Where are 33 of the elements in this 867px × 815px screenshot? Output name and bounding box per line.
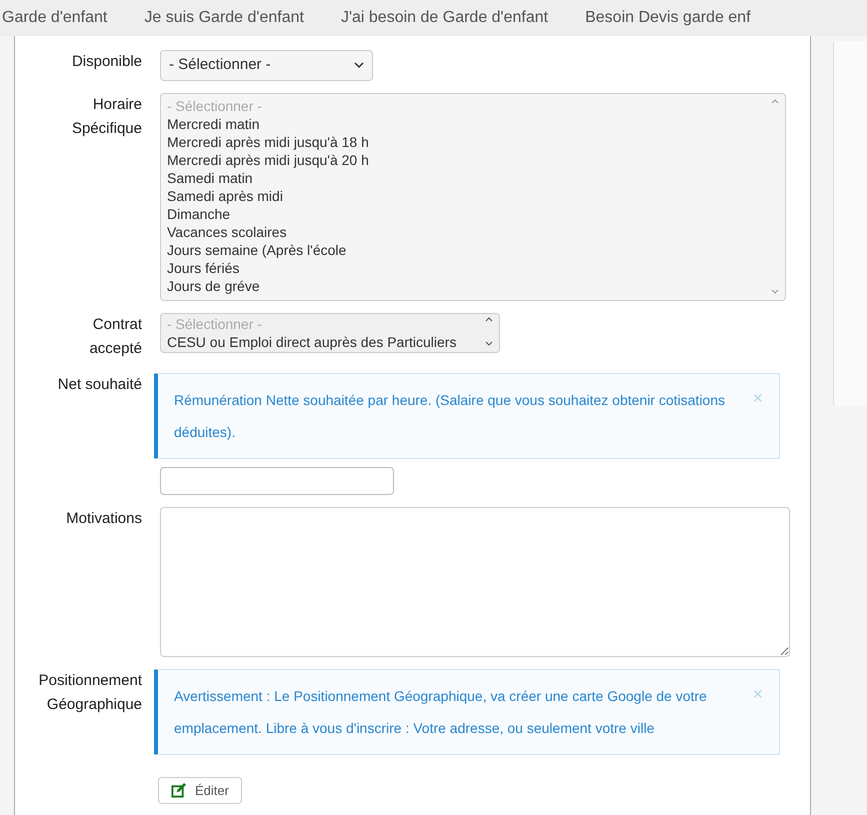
select-field[interactable]: - Sélectionner - (160, 50, 373, 81)
field-label: Net souhaité (58, 375, 142, 395)
field-label: Disponible (72, 52, 142, 72)
field-label: Positionnement Géographique (38, 671, 142, 715)
list-placeholder: - Sélectionner - (167, 97, 263, 115)
multi-select-list[interactable]: - Sélectionner - CESU ou Emploi direct auprès des Particuliers (160, 313, 500, 353)
list-option[interactable]: Jours de gréve (167, 277, 369, 295)
alert-text: Rémunération Nette souhaitée par heure. (Salaire que vous souhaitez obtenir cotisations déduites). (174, 391, 726, 442)
edit-icon (171, 783, 186, 798)
list-option[interactable]: Mercredi matin (167, 115, 369, 133)
list-option[interactable]: Dimanche (167, 205, 369, 223)
edit-button[interactable]: Éditer (158, 777, 242, 804)
list-option[interactable]: Samedi après midi (167, 187, 369, 205)
field-label: Contrat accepté (89, 315, 142, 359)
nav-link[interactable]: J'ai besoin de Garde d'enfant (340, 6, 548, 30)
list-option[interactable]: Vacances scolaires (167, 223, 369, 241)
list-option[interactable]: Samedi matin (167, 169, 369, 187)
list-option[interactable]: Mercredi après midi jusqu'à 18 h (167, 133, 369, 151)
list-option[interactable]: Jours semaine (Après l'école (167, 241, 369, 259)
chevron-down-icon (354, 62, 364, 69)
list-option[interactable]: Mercredi après midi jusqu'à 20 h (167, 151, 369, 169)
multi-select-list[interactable] (160, 93, 786, 301)
input-field[interactable] (160, 467, 394, 495)
field-label: Motivations (66, 509, 142, 529)
list-option[interactable]: Jours fériés (167, 259, 369, 277)
text-area[interactable] (160, 507, 790, 657)
list-option[interactable]: CESU ou Emploi direct auprès des Particuliers (167, 333, 456, 351)
alert-text: Avertissement : Le Positionnement Géographique, va créer une carte Google de votre emplacement. Libre à vous d'inscrire : Votre adresse, ou seulement votre ville (174, 687, 708, 738)
nav-link[interactable]: Garde d'enfant (2, 6, 108, 30)
field-label: Horaire Spécifique (72, 95, 142, 139)
list-placeholder: - Sélectionner - (167, 315, 263, 333)
nav-link[interactable]: Besoin Devis garde enf (585, 6, 751, 30)
nav-link[interactable]: Je suis Garde d'enfant (144, 6, 304, 30)
